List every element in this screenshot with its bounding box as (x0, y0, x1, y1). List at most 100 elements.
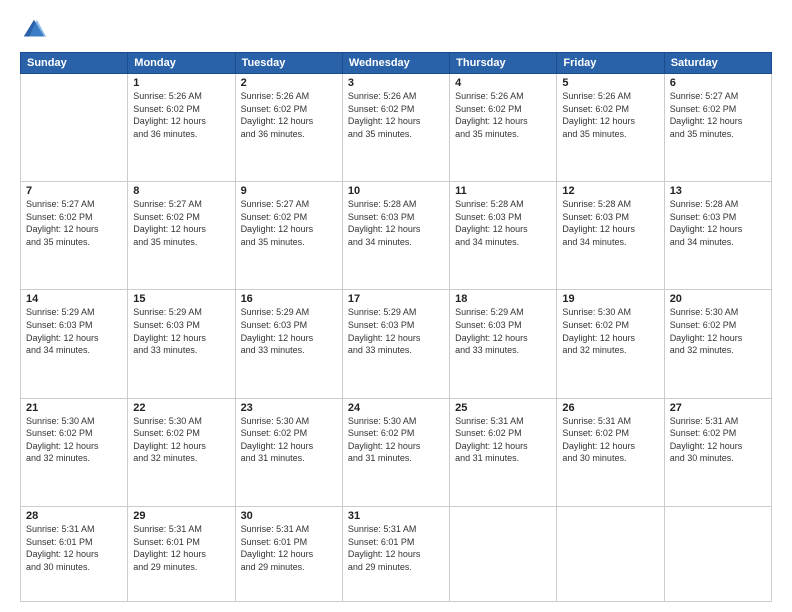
day-number: 5 (562, 77, 658, 89)
calendar-week-row: 28Sunrise: 5:31 AM Sunset: 6:01 PM Dayli… (21, 506, 772, 601)
weekday-header: Friday (557, 53, 664, 74)
calendar-cell: 1Sunrise: 5:26 AM Sunset: 6:02 PM Daylig… (128, 74, 235, 182)
calendar-cell (557, 506, 664, 601)
cell-info: Sunrise: 5:30 AM Sunset: 6:02 PM Dayligh… (562, 306, 658, 356)
day-number: 28 (26, 510, 122, 522)
calendar-cell: 16Sunrise: 5:29 AM Sunset: 6:03 PM Dayli… (235, 290, 342, 398)
day-number: 3 (348, 77, 444, 89)
cell-info: Sunrise: 5:27 AM Sunset: 6:02 PM Dayligh… (26, 198, 122, 248)
day-number: 12 (562, 185, 658, 197)
header (20, 16, 772, 44)
weekday-header: Sunday (21, 53, 128, 74)
calendar-cell (664, 506, 771, 601)
calendar-cell: 31Sunrise: 5:31 AM Sunset: 6:01 PM Dayli… (342, 506, 449, 601)
day-number: 16 (241, 293, 337, 305)
cell-info: Sunrise: 5:27 AM Sunset: 6:02 PM Dayligh… (133, 198, 229, 248)
calendar-week-row: 1Sunrise: 5:26 AM Sunset: 6:02 PM Daylig… (21, 74, 772, 182)
day-number: 23 (241, 402, 337, 414)
calendar-cell: 21Sunrise: 5:30 AM Sunset: 6:02 PM Dayli… (21, 398, 128, 506)
day-number: 26 (562, 402, 658, 414)
cell-info: Sunrise: 5:28 AM Sunset: 6:03 PM Dayligh… (455, 198, 551, 248)
weekday-header: Monday (128, 53, 235, 74)
day-number: 21 (26, 402, 122, 414)
calendar-week-row: 21 Sunrise: 5:30 AM Sunset: 6:02 PM Dayli… (21, 398, 772, 506)
calendar-cell: 30Sunrise: 5:31 AM Sunset: 6:01 PM Dayli… (235, 506, 342, 601)
day-number: 13 (670, 185, 766, 197)
cell-info: Sunrise: 5:31 AM Sunset: 6:02 PM Dayligh… (562, 415, 658, 465)
day-number: 20 (670, 293, 766, 305)
cell-info: Sunrise: 5:30 AM Sunset: 6:02 PM Dayligh… (241, 415, 337, 465)
cell-info: Sunrise: 5:31 AM Sunset: 6:02 PM Dayligh… (670, 415, 766, 465)
cell-info: Sunrise: 5:28 AM Sunset: 6:03 PM Dayligh… (348, 198, 444, 248)
day-number: 10 (348, 185, 444, 197)
day-number: 8 (133, 185, 229, 197)
cell-info: Sunrise: 5:26 AM Sunset: 6:02 PM Dayligh… (455, 90, 551, 140)
cell-info: Sunrise: 5:30 AM Sunset: 6:02 PM Dayligh… (133, 415, 229, 465)
cell-info: Sunrise: 5:28 AM Sunset: 6:03 PM Dayligh… (562, 198, 658, 248)
cell-info: Sunrise: 5:31 AM Sunset: 6:02 PM Dayligh… (455, 415, 551, 465)
calendar-cell: 10Sunrise: 5:28 AM Sunset: 6:03 PM Dayli… (342, 182, 449, 290)
calendar-cell (21, 74, 128, 182)
cell-info: Sunrise: 5:27 AM Sunset: 6:02 PM Dayligh… (670, 90, 766, 140)
day-number: 31 (348, 510, 444, 522)
day-number: 25 (455, 402, 551, 414)
cell-info: Sunrise: 5:27 AM Sunset: 6:02 PM Dayligh… (241, 198, 337, 248)
calendar-cell: 3Sunrise: 5:26 AM Sunset: 6:02 PM Daylig… (342, 74, 449, 182)
cell-info: Sunrise: 5:31 AM Sunset: 6:01 PM Dayligh… (133, 523, 229, 573)
day-number: 24 (348, 402, 444, 414)
logo-icon (20, 16, 48, 44)
calendar-cell: 12Sunrise: 5:28 AM Sunset: 6:03 PM Dayli… (557, 182, 664, 290)
cell-info: Sunrise: 5:29 AM Sunset: 6:03 PM Dayligh… (241, 306, 337, 356)
calendar-cell (450, 506, 557, 601)
weekday-header: Thursday (450, 53, 557, 74)
calendar-cell: 29Sunrise: 5:31 AM Sunset: 6:01 PM Dayli… (128, 506, 235, 601)
calendar-cell: 25Sunrise: 5:31 AM Sunset: 6:02 PM Dayli… (450, 398, 557, 506)
cell-info: Sunrise: 5:26 AM Sunset: 6:02 PM Dayligh… (241, 90, 337, 140)
calendar-cell: 26Sunrise: 5:31 AM Sunset: 6:02 PM Dayli… (557, 398, 664, 506)
weekday-header: Tuesday (235, 53, 342, 74)
calendar-cell: 5Sunrise: 5:26 AM Sunset: 6:02 PM Daylig… (557, 74, 664, 182)
calendar-cell: 8Sunrise: 5:27 AM Sunset: 6:02 PM Daylig… (128, 182, 235, 290)
day-number: 19 (562, 293, 658, 305)
calendar-cell: 13Sunrise: 5:28 AM Sunset: 6:03 PM Dayli… (664, 182, 771, 290)
cell-info: Sunrise: 5:31 AM Sunset: 6:01 PM Dayligh… (348, 523, 444, 573)
calendar-cell: 15Sunrise: 5:29 AM Sunset: 6:03 PM Dayli… (128, 290, 235, 398)
calendar-week-row: 7Sunrise: 5:27 AM Sunset: 6:02 PM Daylig… (21, 182, 772, 290)
calendar-cell: 14Sunrise: 5:29 AM Sunset: 6:03 PM Dayli… (21, 290, 128, 398)
calendar-cell: 6Sunrise: 5:27 AM Sunset: 6:02 PM Daylig… (664, 74, 771, 182)
day-number: 17 (348, 293, 444, 305)
calendar-cell: 4Sunrise: 5:26 AM Sunset: 6:02 PM Daylig… (450, 74, 557, 182)
day-number: 2 (241, 77, 337, 89)
cell-info: Sunrise: 5:30 AM Sunset: 6:02 PM Dayligh… (348, 415, 444, 465)
day-number: 27 (670, 402, 766, 414)
calendar-cell: 27Sunrise: 5:31 AM Sunset: 6:02 PM Dayli… (664, 398, 771, 506)
day-number: 1 (133, 77, 229, 89)
day-number: 4 (455, 77, 551, 89)
day-number: 7 (26, 185, 122, 197)
cell-info: Sunrise: 5:29 AM Sunset: 6:03 PM Dayligh… (455, 306, 551, 356)
day-number: 6 (670, 77, 766, 89)
calendar-cell: 7Sunrise: 5:27 AM Sunset: 6:02 PM Daylig… (21, 182, 128, 290)
day-number: 22 (133, 402, 229, 414)
calendar-cell: 2Sunrise: 5:26 AM Sunset: 6:02 PM Daylig… (235, 74, 342, 182)
calendar-week-row: 14 Sunrise: 5:29 AM Sunset: 6:03 PM Dayli… (21, 290, 772, 398)
logo (20, 16, 52, 44)
calendar-cell: 19Sunrise: 5:30 AM Sunset: 6:02 PM Dayli… (557, 290, 664, 398)
day-number: 9 (241, 185, 337, 197)
calendar-cell: 20Sunrise: 5:30 AM Sunset: 6:02 PM Dayli… (664, 290, 771, 398)
weekday-header: Saturday (664, 53, 771, 74)
day-number: 15 (133, 293, 229, 305)
day-number: 18 (455, 293, 551, 305)
calendar-cell: 9Sunrise: 5:27 AM Sunset: 6:02 PM Daylig… (235, 182, 342, 290)
cell-info: Sunrise: 5:31 AM Sunset: 6:01 PM Dayligh… (26, 523, 122, 573)
cell-info: Sunrise: 5:28 AM Sunset: 6:03 PM Dayligh… (670, 198, 766, 248)
day-number: 30 (241, 510, 337, 522)
cell-info: Sunrise: 5:29 AM Sunset: 6:03 PM Dayligh… (133, 306, 229, 356)
day-number: 14 (26, 293, 122, 305)
calendar-cell: 11Sunrise: 5:28 AM Sunset: 6:03 PM Dayli… (450, 182, 557, 290)
calendar-header-row: SundayMondayTuesdayWednesdayThursdayFrid… (21, 53, 772, 74)
calendar-cell: 28Sunrise: 5:31 AM Sunset: 6:01 PM Dayli… (21, 506, 128, 601)
cell-info: Sunrise: 5:26 AM Sunset: 6:02 PM Dayligh… (133, 90, 229, 140)
calendar-cell: 24Sunrise: 5:30 AM Sunset: 6:02 PM Dayli… (342, 398, 449, 506)
calendar-table: SundayMondayTuesdayWednesdayThursdayFrid… (20, 52, 772, 602)
